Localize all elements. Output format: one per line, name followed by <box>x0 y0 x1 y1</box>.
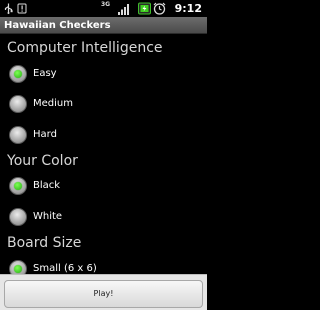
option-label: Hard <box>33 129 57 140</box>
radio-option-white[interactable]: White <box>0 204 207 230</box>
option-label: Small (6 x 6) <box>33 263 97 274</box>
radio-button-checked[interactable] <box>9 260 27 274</box>
play-button[interactable]: Play! <box>4 280 203 308</box>
signal-icon <box>118 4 129 15</box>
battery-icon <box>138 2 151 15</box>
radio-button[interactable] <box>9 208 27 226</box>
radio-button[interactable] <box>9 126 27 144</box>
radio-option-easy[interactable]: Easy <box>0 61 207 87</box>
option-label: White <box>33 211 63 222</box>
radio-button-checked[interactable] <box>9 65 27 83</box>
usb-icon <box>4 3 13 14</box>
alert-icon <box>17 3 27 14</box>
option-label: Black <box>33 180 61 191</box>
network-type-badge: 3G <box>101 1 111 8</box>
alarm-icon <box>153 2 166 15</box>
section-title-intelligence: Computer Intelligence <box>7 40 163 56</box>
radio-option-black[interactable]: Black <box>0 173 207 199</box>
radio-button[interactable] <box>9 95 27 113</box>
settings-list[interactable]: Computer Intelligence Easy Medium Hard Y… <box>0 34 207 274</box>
bottom-bar: Play! <box>0 274 207 310</box>
radio-option-hard[interactable]: Hard <box>0 122 207 148</box>
radio-option-small[interactable]: Small (6 x 6) <box>0 256 207 274</box>
section-title-color: Your Color <box>7 153 78 169</box>
title-bar: Hawaiian Checkers <box>0 17 207 34</box>
section-title-board-size: Board Size <box>7 235 82 251</box>
app-title: Hawaiian Checkers <box>4 20 111 31</box>
status-clock: 9:12 <box>174 2 202 15</box>
radio-option-medium[interactable]: Medium <box>0 91 207 117</box>
option-label: Easy <box>33 68 57 79</box>
option-label: Medium <box>33 98 73 109</box>
radio-button-checked[interactable] <box>9 177 27 195</box>
status-bar: 3G 9:12 <box>0 0 207 17</box>
